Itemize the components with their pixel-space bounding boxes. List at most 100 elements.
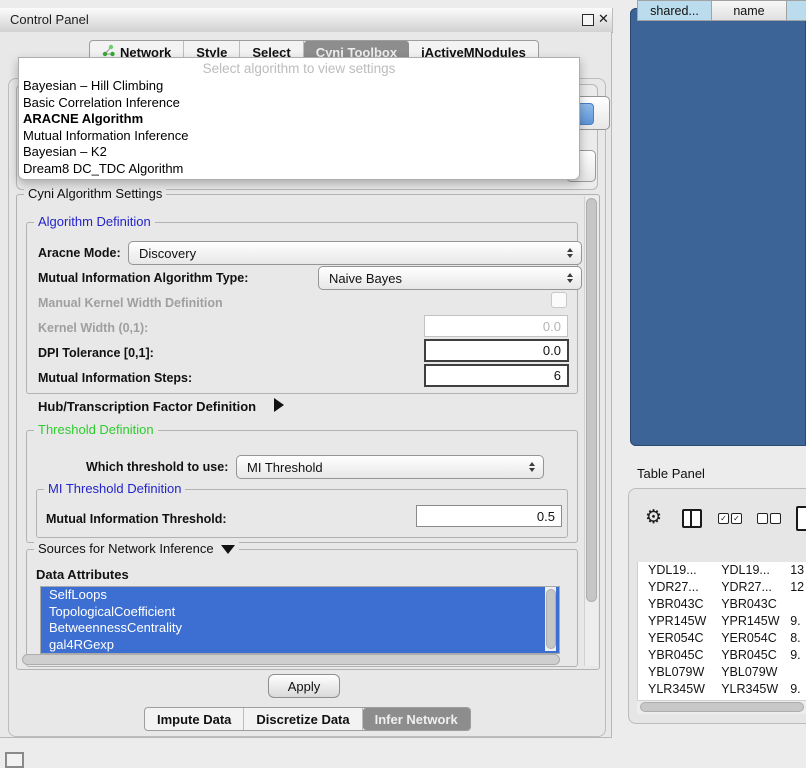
split-view-icon[interactable] [682,509,702,528]
table-cell[interactable]: 9. [785,681,806,698]
data-attribute-item[interactable]: TopologicalCoefficient [41,604,559,621]
algorithm-option[interactable]: Bayesian – K2 [19,144,579,161]
hub-definition-label[interactable]: Hub/Transcription Factor Definition [38,399,256,414]
table-cell[interactable]: YBR045C [711,647,785,664]
checked-box-icon[interactable]: ✓ [718,513,729,524]
control-panel-titlebar [0,8,613,33]
table-row[interactable]: YER054CYER054C8. [638,630,806,647]
sources-title-text: Sources for Network Inference [38,541,214,556]
table-cell[interactable]: 13 [785,562,806,579]
table-cell[interactable] [785,596,806,613]
tab-discretize-data[interactable]: Discretize Data [244,708,362,730]
combo-stepper-icon [525,462,539,472]
expand-right-icon[interactable] [274,398,284,412]
table-rows: YDL19...YDL19...13YDR27...YDR27...12YBR0… [637,562,806,701]
table-cell[interactable]: YPR145W [638,613,711,630]
cyni-bottom-tabs: Impute DataDiscretize DataInfer Network [144,707,471,731]
aracne-mode-value: Discovery [139,246,196,261]
table-cell[interactable]: 9. [785,647,806,664]
dpi-tolerance-label: DPI Tolerance [0,1]: [38,346,154,360]
table-panel-title: Table Panel [637,466,705,481]
data-attribute-item[interactable]: BetweennessCentrality [41,620,559,637]
aracne-mode-combo[interactable]: Discovery [128,241,582,265]
combo-stepper-icon [563,248,577,258]
table-cell[interactable]: YLR345W [711,681,785,698]
tab-infer-network[interactable]: Infer Network [363,708,470,730]
table-row[interactable]: YDL19...YDL19...13 [638,562,806,579]
column-header-name[interactable]: name [711,0,787,21]
mi-steps-field[interactable]: 6 [424,364,569,387]
table-cell[interactable]: YDL19... [711,562,785,579]
table-cell[interactable]: 9. [785,613,806,630]
which-threshold-value: MI Threshold [247,460,323,475]
data-attribute-item[interactable]: SelfLoops [41,587,559,604]
algorithm-option[interactable]: Bayesian – Hill Climbing [19,78,579,95]
table-cell[interactable]: YBL079W [711,664,785,681]
algorithm-option[interactable]: Dream8 DC_TDC Algorithm [19,161,579,178]
list-vscrollbar-thumb[interactable] [546,589,556,649]
which-threshold-combo[interactable]: MI Threshold [236,455,544,479]
manual-kernel-checkbox[interactable] [551,292,567,308]
mi-threshold-field[interactable]: 0.5 [416,505,562,527]
table-row[interactable]: YBR043CYBR043C [638,596,806,613]
data-attribute-item[interactable]: gal4RGexp [41,637,559,654]
table-cell[interactable]: YER054C [711,630,785,647]
table-cell[interactable]: 12 [785,579,806,596]
table-cell[interactable]: YBR043C [711,596,785,613]
table-cell[interactable]: YPR145W [711,613,785,630]
apply-button[interactable]: Apply [268,674,340,698]
combo-stepper-icon [563,273,577,283]
algorithm-option[interactable]: ARACNE Algorithm [19,111,579,128]
float-panel-icon[interactable] [582,14,594,26]
table-row[interactable]: YLR345WYLR345W9. [638,681,806,698]
kernel-width-label: Kernel Width (0,1): [38,321,148,335]
sources-group-title: Sources for Network Inference [34,542,239,556]
settings-vscrollbar-thumb[interactable] [586,198,597,602]
mi-type-combo[interactable]: Naive Bayes [318,266,582,290]
table-row[interactable]: YPR145WYPR145W9. [638,613,806,630]
table-cell[interactable]: YBR043C [638,596,711,613]
cyni-algorithm-settings-title: Cyni Algorithm Settings [24,187,166,201]
mi-type-value: Naive Bayes [329,271,402,286]
grid-icon[interactable] [5,752,24,768]
dpi-tolerance-field[interactable]: 0.0 [424,339,569,362]
algorithm-dropdown-placeholder: Select algorithm to view settings [19,58,579,78]
kernel-width-field[interactable]: 0.0 [424,315,568,337]
control-panel-title: Control Panel [10,12,89,27]
algorithm-option[interactable]: Mutual Information Inference [19,128,579,145]
collapse-down-icon[interactable] [221,545,235,554]
table-cell[interactable]: YDL19... [638,562,711,579]
threshold-definition-title: Threshold Definition [34,423,158,437]
data-attributes-label: Data Attributes [36,567,129,582]
table-row[interactable]: YBL079WYBL079W [638,664,806,681]
network-view-window[interactable]: GALGAL80GAL10GAL1GAL11SWI4GAL4GCY1HAP4YH… [630,8,806,446]
which-threshold-label: Which threshold to use: [86,460,228,474]
table-cell[interactable]: YBL079W [638,664,711,681]
tab-impute-data[interactable]: Impute Data [145,708,244,730]
app-root: Control Panel ✕ NetworkStyleSelectCyni T… [0,0,806,762]
table-row[interactable]: YBR045CYBR045C9. [638,647,806,664]
table-cell[interactable]: YLR345W [638,681,711,698]
table-cell[interactable]: YDR27... [711,579,785,596]
table-hscrollbar-thumb[interactable] [640,702,804,712]
checked-box-icon[interactable]: ✓ [731,513,742,524]
table-cell[interactable]: YER054C [638,630,711,647]
unchecked-box-icon[interactable] [757,513,768,524]
algorithm-option[interactable]: Basic Correlation Inference [19,95,579,112]
table-row[interactable]: YDR27...YDR27...12 [638,579,806,596]
table-cell[interactable]: 8. [785,630,806,647]
mi-threshold-group-title: MI Threshold Definition [44,482,185,496]
close-panel-icon[interactable]: ✕ [598,11,609,27]
gear-icon[interactable]: ⚙ [645,506,662,529]
manual-kernel-label: Manual Kernel Width Definition [38,296,223,310]
data-attributes-list: SelfLoopsTopologicalCoefficientBetweenne… [40,586,560,654]
table-cell[interactable] [785,664,806,681]
settings-hscrollbar-thumb[interactable] [22,654,560,665]
table-cell[interactable]: YBR045C [638,647,711,664]
page-icon[interactable] [796,506,806,531]
table-cell[interactable]: YDR27... [638,579,711,596]
column-header-partial[interactable] [786,0,806,21]
unchecked-box-icon[interactable] [770,513,781,524]
mi-threshold-label: Mutual Information Threshold: [46,512,227,526]
column-header-shared[interactable]: shared... [637,0,712,21]
